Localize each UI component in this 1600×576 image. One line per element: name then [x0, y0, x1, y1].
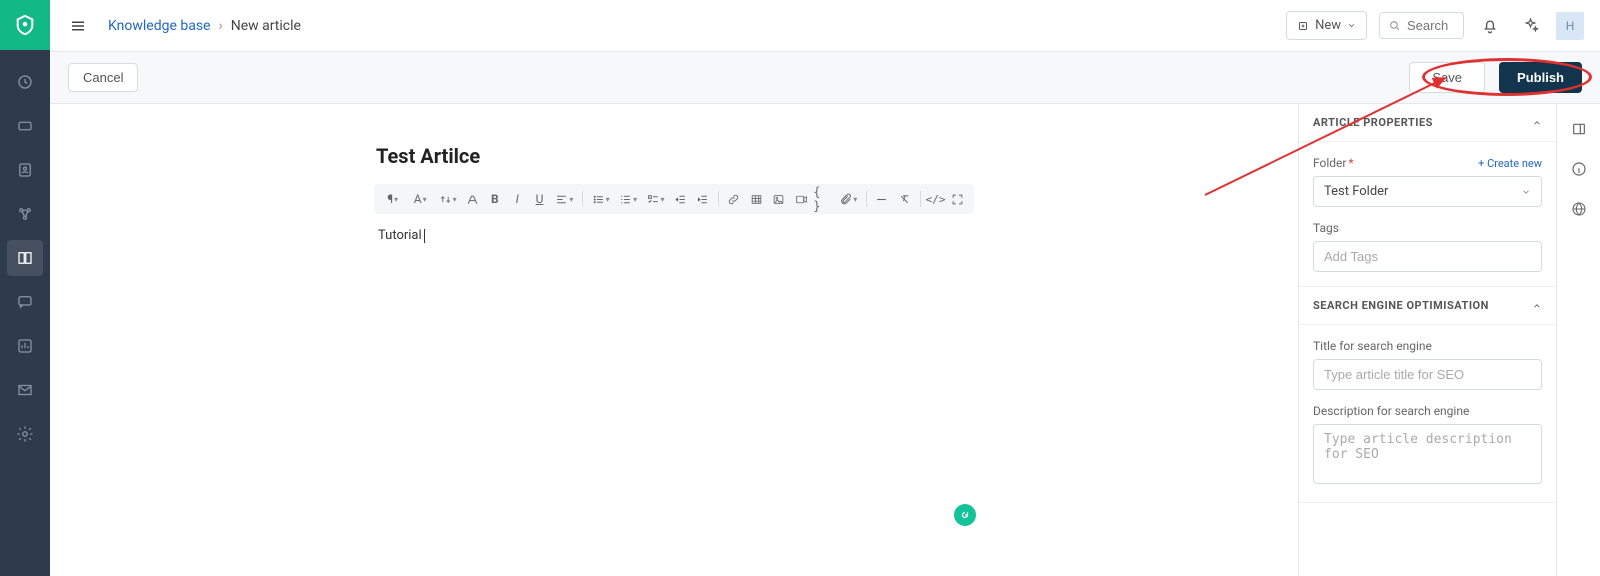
new-button[interactable]: New: [1286, 11, 1367, 40]
nav-automation-icon[interactable]: [7, 196, 43, 232]
editor-toolbar: ¶▾ A▾ ▾ B I U ▾ ▾ ▾ ▾: [374, 184, 974, 214]
nav-settings-icon[interactable]: [7, 416, 43, 452]
folder-select[interactable]: Test Folder: [1313, 176, 1542, 207]
breadcrumb: Knowledge base › New article: [108, 18, 301, 34]
folder-field-label: Folder*: [1313, 156, 1354, 170]
seo-desc-input[interactable]: [1313, 424, 1542, 484]
font-family-icon[interactable]: A▾: [407, 188, 432, 210]
paragraph-format-icon[interactable]: ¶▾: [380, 188, 405, 210]
search-box[interactable]: [1379, 12, 1464, 39]
search-input[interactable]: [1407, 18, 1455, 33]
video-icon[interactable]: [791, 188, 811, 210]
seo-section-title: SEARCH ENGINE OPTIMISATION: [1313, 299, 1489, 312]
search-icon: [1388, 19, 1401, 32]
globe-icon[interactable]: [1568, 198, 1590, 220]
ordered-list-icon[interactable]: ▾: [615, 188, 640, 210]
right-utility-rail: [1556, 104, 1600, 576]
checklist-icon[interactable]: ▾: [643, 188, 668, 210]
breadcrumb-root-link[interactable]: Knowledge base: [108, 18, 210, 34]
breadcrumb-current: New article: [231, 18, 301, 34]
nav-tickets-icon[interactable]: [7, 108, 43, 144]
editor-text: Tutorial: [378, 228, 422, 243]
create-new-folder-link[interactable]: + Create new: [1478, 157, 1542, 170]
seo-section-header[interactable]: SEARCH ENGINE OPTIMISATION: [1299, 287, 1556, 325]
horizontal-rule-icon[interactable]: [872, 188, 892, 210]
notification-bell-icon[interactable]: [1476, 12, 1504, 40]
chevron-up-icon: [1532, 118, 1542, 128]
nav-reports-icon[interactable]: [7, 328, 43, 364]
seo-title-label: Title for search engine: [1313, 339, 1542, 353]
editor-area: Test Artilce ¶▾ A▾ ▾ B I U ▾ ▾ ▾ ▾: [50, 104, 1298, 576]
save-button[interactable]: Save: [1409, 62, 1485, 93]
user-avatar[interactable]: H: [1556, 12, 1584, 40]
clear-format-icon[interactable]: [894, 188, 914, 210]
left-nav-rail: [0, 0, 50, 576]
table-icon[interactable]: [746, 188, 766, 210]
align-icon[interactable]: ▾: [552, 188, 577, 210]
attachment-icon[interactable]: ▾: [836, 188, 861, 210]
link-icon[interactable]: [724, 188, 744, 210]
italic-icon[interactable]: I: [507, 188, 527, 210]
tags-input[interactable]: [1313, 241, 1542, 272]
sparkle-icon[interactable]: [1516, 12, 1544, 40]
action-bar: Cancel Save Publish: [50, 52, 1600, 104]
app-logo[interactable]: [0, 0, 50, 50]
hamburger-icon[interactable]: [66, 14, 90, 38]
fullscreen-icon[interactable]: [948, 188, 968, 210]
nav-knowledgebase-icon[interactable]: [7, 240, 43, 276]
indent-icon[interactable]: [693, 188, 713, 210]
underline-icon[interactable]: U: [529, 188, 549, 210]
seo-title-input[interactable]: [1313, 359, 1542, 390]
breadcrumb-separator: ›: [218, 18, 222, 34]
publish-button[interactable]: Publish: [1499, 62, 1582, 93]
folder-select-value: Test Folder: [1324, 184, 1388, 199]
unordered-list-icon[interactable]: ▾: [588, 188, 613, 210]
font-size-icon[interactable]: ▾: [435, 188, 460, 210]
code-block-icon[interactable]: { }: [813, 188, 833, 210]
code-view-icon[interactable]: </>: [925, 188, 945, 210]
seo-desc-label: Description for search engine: [1313, 404, 1542, 418]
chevron-up-icon: [1532, 301, 1542, 311]
tags-field-label: Tags: [1313, 221, 1542, 235]
properties-panel: ARTICLE PROPERTIES Folder* + Create new …: [1298, 104, 1556, 576]
grammarly-badge-icon[interactable]: [954, 504, 976, 526]
article-properties-header[interactable]: ARTICLE PROPERTIES: [1299, 104, 1556, 142]
nav-mail-icon[interactable]: [7, 372, 43, 408]
nav-chat-icon[interactable]: [7, 284, 43, 320]
text-color-icon[interactable]: [462, 188, 482, 210]
nav-contacts-icon[interactable]: [7, 152, 43, 188]
info-icon[interactable]: [1568, 158, 1590, 180]
new-button-label: New: [1315, 18, 1341, 33]
bold-icon[interactable]: B: [485, 188, 505, 210]
outdent-icon[interactable]: [670, 188, 690, 210]
cancel-button[interactable]: Cancel: [68, 63, 138, 92]
nav-dashboard-icon[interactable]: [7, 64, 43, 100]
article-title-input[interactable]: Test Artilce: [374, 144, 974, 168]
top-header: Knowledge base › New article New: [50, 0, 1600, 52]
editor-body[interactable]: Tutorial: [374, 228, 974, 243]
chevron-down-icon: [1521, 187, 1531, 197]
article-properties-title: ARTICLE PROPERTIES: [1313, 116, 1433, 129]
image-icon[interactable]: [769, 188, 789, 210]
panel-toggle-icon[interactable]: [1568, 118, 1590, 140]
